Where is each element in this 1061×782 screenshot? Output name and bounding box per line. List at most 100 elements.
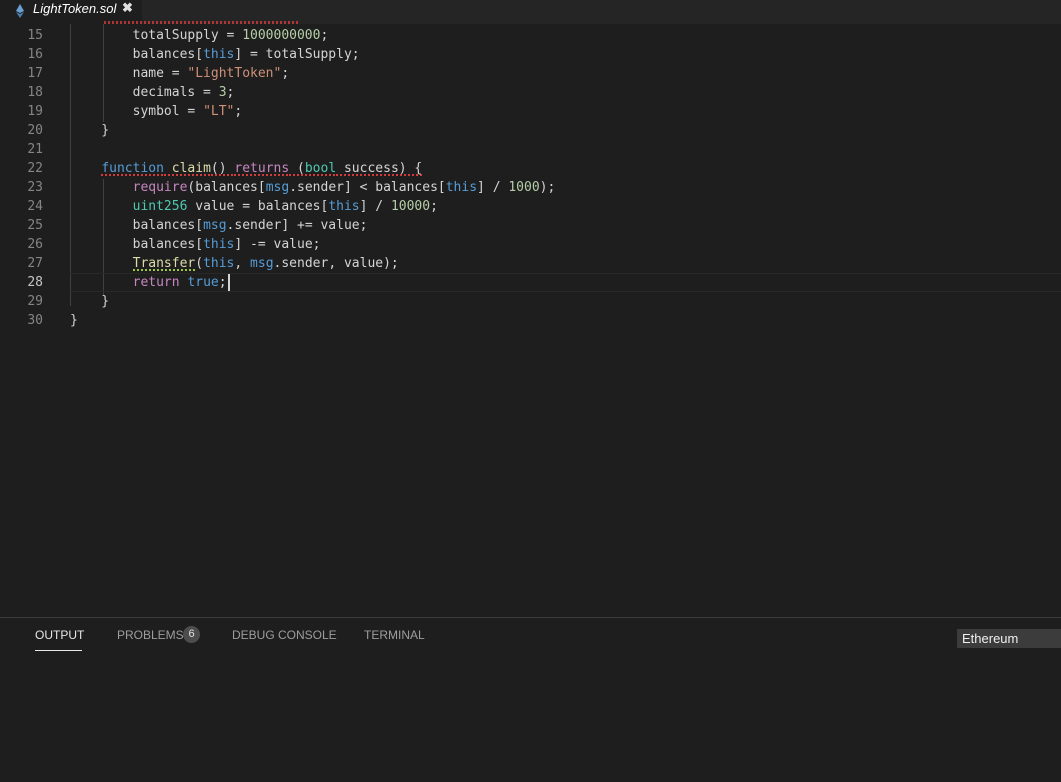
code-line[interactable]: 25 balances[msg.sender] += value; [0, 216, 1061, 235]
line-number: 29 [27, 294, 43, 309]
code-token: (balances[ [187, 180, 266, 195]
line-number: 26 [27, 237, 43, 252]
line-number: 24 [27, 199, 43, 214]
code-line[interactable]: 24 uint256 value = balances[this] / 1000… [0, 197, 1061, 216]
code-token: value = balances[ [187, 199, 329, 214]
code-token: .sender, value); [273, 256, 399, 271]
line-code: decimals = 3; [70, 83, 235, 102]
line-code: } [70, 292, 109, 311]
code-token: returns [234, 161, 290, 176]
tab-problems[interactable]: PROBLEMS [117, 628, 184, 642]
code-token: .sender] += value; [226, 218, 368, 233]
code-token: } [70, 123, 110, 138]
code-line[interactable]: 23 require(balances[msg.sender] < balanc… [0, 178, 1061, 197]
code-token: decimals = [70, 85, 219, 100]
code-token: .sender] < balances[ [289, 180, 446, 195]
line-code: return true; [70, 273, 230, 292]
code-line[interactable]: 30} [0, 311, 1061, 330]
code-line[interactable]: 22 function claim() returns (bool succes… [0, 159, 1061, 178]
code-token: ] -= value; [234, 237, 321, 252]
bottom-panel: OUTPUT PROBLEMS 6 DEBUG CONSOLE TERMINAL… [0, 617, 1061, 782]
code-token: name = [70, 66, 188, 81]
tab-terminal[interactable]: TERMINAL [364, 628, 425, 642]
code-token: this [445, 180, 478, 195]
code-token: } [70, 313, 78, 328]
code-token: 1000000000 [242, 28, 321, 43]
output-channel-select[interactable]: Ethereum [957, 629, 1061, 648]
code-token: ( [195, 256, 204, 271]
code-token: 3 [218, 85, 227, 100]
code-token: ] = totalSupply; [234, 47, 360, 62]
code-line[interactable]: 28 return true; [0, 273, 1061, 292]
code-token: () [210, 161, 235, 176]
code-token: ; [430, 199, 438, 214]
line-number: 27 [27, 256, 43, 271]
code-token: claim [171, 161, 211, 176]
code-token: ( [289, 161, 305, 176]
line-number: 28 [27, 275, 43, 290]
code-line[interactable]: 29 } [0, 292, 1061, 311]
line-number: 20 [27, 123, 43, 138]
line-code: totalSupply = 1000000000; [70, 26, 329, 45]
code-token: msg [250, 256, 274, 271]
code-token: return [132, 275, 180, 290]
code-token: totalSupply = [70, 28, 243, 43]
tab-debug-console[interactable]: DEBUG CONSOLE [232, 628, 337, 642]
code-token: ; [281, 66, 290, 81]
line-code: Transfer(this, msg.sender, value); [70, 254, 399, 273]
code-token: require [132, 180, 188, 195]
code-token: , [234, 256, 251, 271]
line-number: 23 [27, 180, 43, 195]
line-code: } [70, 311, 78, 330]
code-token: symbol = [70, 104, 204, 119]
line-number: 15 [27, 28, 43, 43]
code-line[interactable]: 15 totalSupply = 1000000000; [0, 26, 1061, 45]
code-token [163, 161, 172, 176]
code-line[interactable]: 20 } [0, 121, 1061, 140]
code-line[interactable]: 26 balances[this] -= value; [0, 235, 1061, 254]
code-token: ; [234, 104, 243, 119]
problems-count-badge: 6 [183, 626, 200, 643]
code-token: balances[ [70, 237, 204, 252]
code-token: msg [203, 218, 227, 233]
code-token: this [203, 256, 235, 271]
code-token: 10000 [390, 199, 431, 214]
code-line[interactable]: 17 name = "LightToken"; [0, 64, 1061, 83]
code-token: balances[ [70, 47, 204, 62]
code-token: uint256 [132, 199, 188, 214]
line-number: 16 [27, 47, 43, 62]
line-code: uint256 value = balances[this] / 10000; [70, 197, 438, 216]
tab-output[interactable]: OUTPUT [35, 628, 84, 642]
code-token: this [203, 47, 235, 62]
code-token: 1000 [508, 180, 540, 195]
code-line[interactable]: 27 Transfer(this, msg.sender, value); [0, 254, 1061, 273]
line-code: name = "LightToken"; [70, 64, 290, 83]
code-token: function [101, 161, 164, 176]
code-line[interactable]: 21 [0, 140, 1061, 159]
code-token: ] / [359, 199, 391, 214]
close-icon[interactable]: ✖ [122, 0, 133, 16]
line-code: symbol = "LT"; [70, 102, 243, 121]
ethereum-icon [16, 4, 24, 18]
line-code: function claim() returns (bool success) … [70, 159, 423, 178]
code-token: "LightToken" [187, 66, 282, 81]
code-editor[interactable]: 15 totalSupply = 1000000000; 16 balances[… [0, 24, 1061, 617]
line-code: require(balances[msg.sender] < balances[… [70, 178, 556, 197]
code-line[interactable]: 18 decimals = 3; [0, 83, 1061, 102]
line-number: 19 [27, 104, 43, 119]
code-token: Transfer [132, 256, 196, 271]
tab-title: LightToken.sol [33, 1, 117, 16]
line-number: 30 [27, 313, 43, 328]
code-line[interactable]: 16 balances[this] = totalSupply; [0, 45, 1061, 64]
code-token: balances[ [70, 218, 204, 233]
line-code: balances[msg.sender] += value; [70, 216, 368, 235]
code-line[interactable]: 19 symbol = "LT"; [0, 102, 1061, 121]
text-cursor [227, 274, 230, 291]
code-token: ] / [477, 180, 509, 195]
code-token: this [328, 199, 360, 214]
line-number: 17 [27, 66, 43, 81]
line-number: 25 [27, 218, 43, 233]
